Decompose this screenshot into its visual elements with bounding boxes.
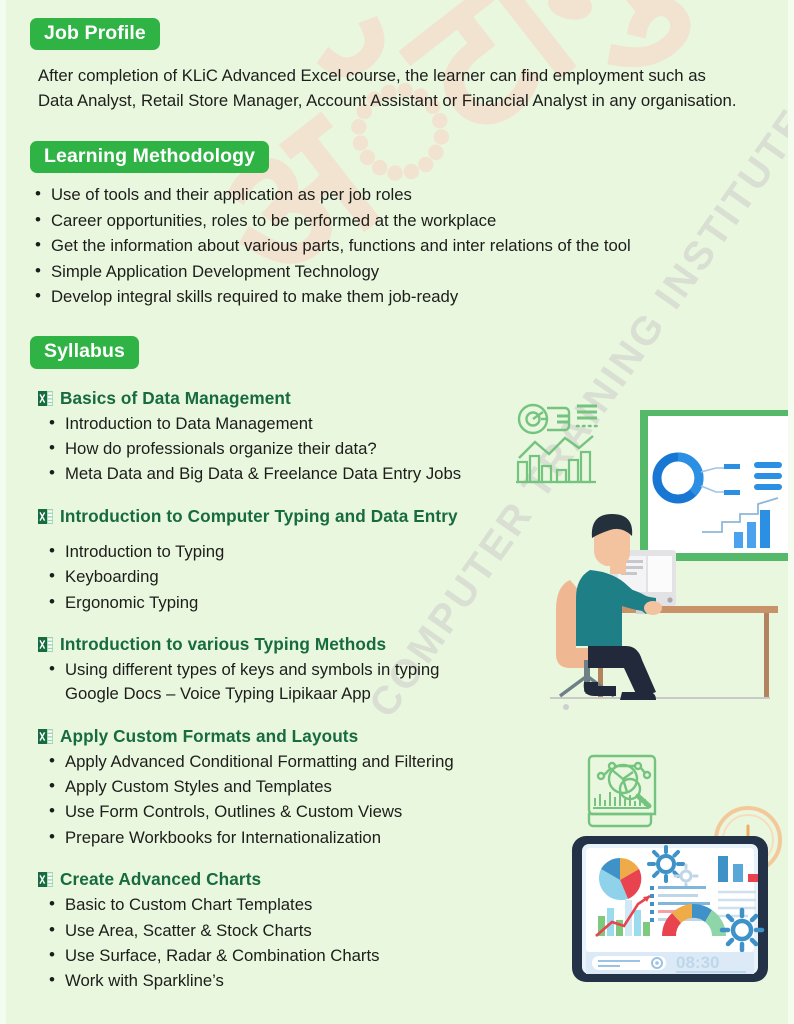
syllabus-group-title: Basics of Data Management — [60, 387, 291, 408]
syllabus-group-list: Apply Advanced Conditional Formatting an… — [38, 749, 770, 851]
list-item: Use Surface, Radar & Combination Charts — [38, 943, 770, 968]
list-item: Career opportunities, roles to be perfor… — [24, 208, 770, 233]
list-item: Use of tools and their application as pe… — [24, 182, 770, 207]
syllabus-group-list: Basic to Custom Chart Templates Use Area… — [38, 892, 770, 994]
list-item: Introduction to Data Management — [38, 411, 770, 436]
syllabus-group-title: Apply Custom Formats and Layouts — [60, 725, 359, 746]
section-badge-syllabus: Syllabus — [30, 336, 139, 369]
list-item: Apply Custom Styles and Templates — [38, 774, 770, 799]
syllabus-group-header: Create Advanced Charts — [38, 869, 770, 890]
syllabus-group-header: Introduction to various Typing Methods — [38, 634, 770, 655]
list-item: Get the information about various parts,… — [24, 233, 770, 258]
syllabus-group-list: Introduction to Data Management How do p… — [38, 411, 770, 487]
list-item: Meta Data and Big Data & Freelance Data … — [38, 461, 770, 486]
syllabus-group-header: Basics of Data Management — [38, 388, 770, 409]
list-item: Ergonomic Typing — [38, 590, 770, 615]
excel-file-icon — [38, 508, 53, 524]
syllabus-group-header: Apply Custom Formats and Layouts — [38, 726, 770, 747]
list-item: Basic to Custom Chart Templates — [38, 892, 770, 917]
list-item: Simple Application Development Technolog… — [24, 258, 770, 284]
syllabus-group-title: Create Advanced Charts — [60, 869, 262, 890]
course-brochure-page: अॅटागुरु COMPUTER TRAINING INSTITUTE 08:… — [0, 0, 794, 1024]
syllabus-group: Introduction to various Typing Methods U… — [38, 634, 770, 707]
list-item: Use Form Controls, Outlines & Custom Vie… — [38, 799, 770, 824]
list-item: Use Area, Scatter & Stock Charts — [38, 918, 770, 943]
excel-file-icon — [38, 390, 53, 406]
list-item: Prepare Workbooks for Internationalizati… — [38, 825, 770, 850]
syllabus-group: Apply Custom Formats and Layouts Apply A… — [38, 726, 770, 851]
syllabus-group: Create Advanced Charts Basic to Custom C… — [38, 869, 770, 994]
syllabus-group-title: Introduction to Computer Typing and Data… — [60, 505, 458, 526]
syllabus-group-list: Introduction to Typing Keyboarding Ergon… — [38, 539, 770, 615]
excel-file-icon — [38, 872, 53, 888]
list-item-line1: Using different types of keys and symbol… — [65, 659, 440, 679]
syllabus-group: Basics of Data Management Introduction t… — [38, 388, 770, 487]
list-item: Work with Sparkline’s — [38, 968, 770, 993]
list-item: How do professionals organize their data… — [38, 436, 770, 461]
syllabus-group-list: Using different types of keys and symbol… — [38, 657, 770, 707]
excel-file-icon — [38, 728, 53, 744]
section-badge-job-profile: Job Profile — [30, 18, 160, 51]
list-item: Keyboarding — [38, 564, 770, 589]
excel-file-icon — [38, 636, 53, 652]
list-item-line2: Google Docs – Voice Typing Lipikaar App — [65, 684, 371, 704]
syllabus-group: Introduction to Computer Typing and Data… — [38, 506, 770, 615]
job-profile-paragraph: After completion of KLiC Advanced Excel … — [38, 66, 737, 110]
list-item: Apply Advanced Conditional Formatting an… — [38, 749, 770, 774]
content-column: Job Profile After completion of KLiC Adv… — [6, 0, 788, 994]
list-item: Using different types of keys and symbol… — [38, 657, 770, 707]
list-item: Introduction to Typing — [38, 539, 770, 564]
syllabus-group-header: Introduction to Computer Typing and Data… — [38, 506, 770, 527]
learning-methodology-list: Use of tools and their application as pe… — [24, 182, 770, 309]
section-badge-learning-methodology: Learning Methodology — [30, 140, 270, 174]
list-item: Develop integral skills required to make… — [24, 284, 770, 309]
syllabus-group-title: Introduction to various Typing Methods — [60, 633, 387, 654]
